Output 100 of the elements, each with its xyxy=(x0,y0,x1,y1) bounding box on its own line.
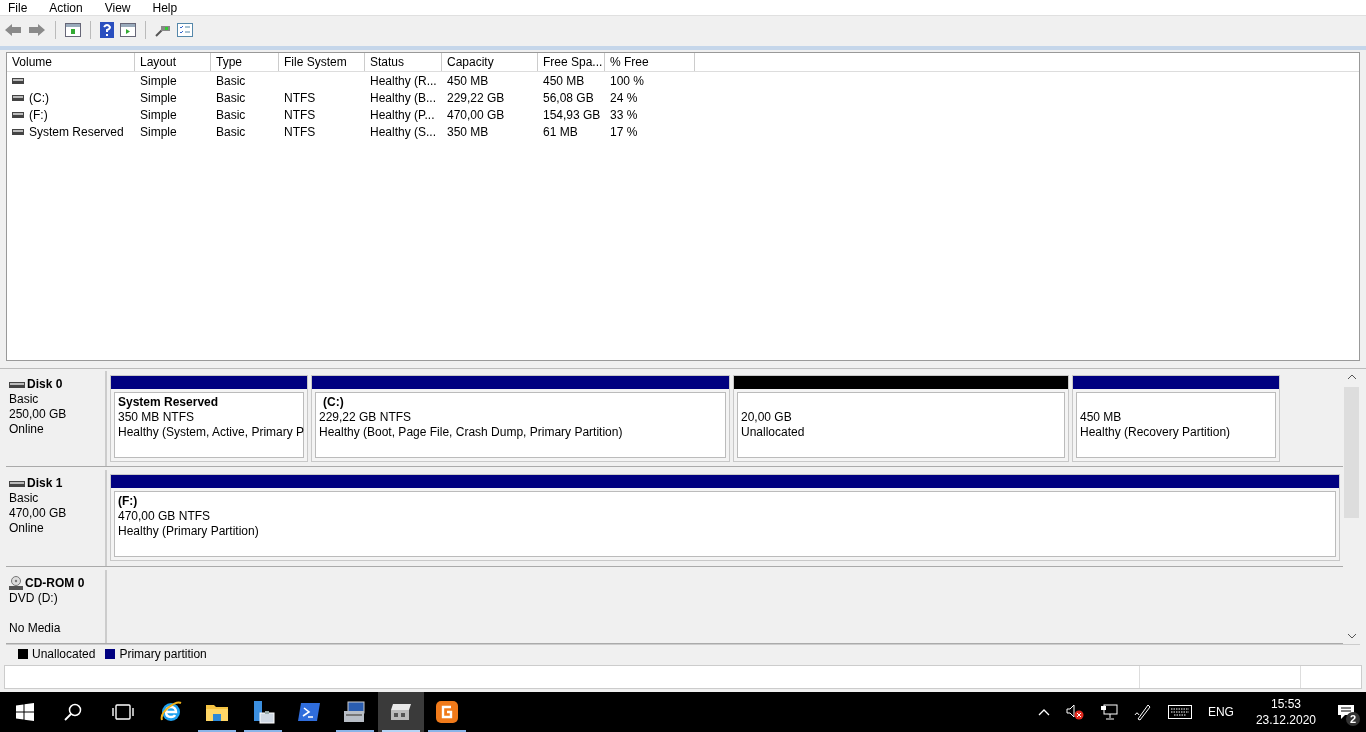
back-icon[interactable] xyxy=(4,23,22,37)
table-cell: 470,00 GB xyxy=(447,107,505,122)
column-header[interactable]: Type xyxy=(211,53,279,71)
table-cell: 350 MB xyxy=(447,124,489,139)
table-cell: 229,22 GB xyxy=(447,90,505,105)
checklist-icon[interactable] xyxy=(177,23,193,37)
partition-block[interactable]: System Reserved 350 MB NTFS Healthy (System, Active, Primary P xyxy=(110,375,308,462)
disk-label-panel[interactable]: Disk 1 Basic 470,00 GB Online xyxy=(6,470,107,566)
disk-label-panel[interactable]: CD-ROM 0 DVD (D:) No Media xyxy=(6,569,107,643)
partition-block[interactable]: 450 MB Healthy (Recovery Partition) xyxy=(1072,375,1280,462)
disk-info: DVD (D:) xyxy=(9,590,59,606)
table-cell: 17 % xyxy=(610,124,638,139)
disk-info: Online xyxy=(9,422,45,437)
column-header[interactable]: Capacity xyxy=(442,53,538,71)
notification-button[interactable]: 2 xyxy=(1326,692,1366,732)
help-icon[interactable] xyxy=(100,22,114,38)
disk-info: 250,00 GB xyxy=(9,407,68,422)
notification-badge: 2 xyxy=(1346,712,1360,726)
search-icon[interactable] xyxy=(64,703,82,721)
folder-icon xyxy=(205,702,229,722)
partition-status: Healthy (Recovery Partition) xyxy=(1080,425,1232,440)
disk-name: CD-ROM 0 xyxy=(25,575,85,591)
partition-block[interactable]: (C:) 229,22 GB NTFS Healthy (Boot, Page File, Crash Dump, Primary Partition) xyxy=(311,375,730,462)
table-cell: NTFS xyxy=(284,107,316,122)
disk-label-panel[interactable]: Disk 0 Basic 250,00 GB Online xyxy=(6,371,107,467)
partition-status: Healthy (Boot, Page File, Crash Dump, Primary Partition) xyxy=(319,425,624,440)
partition-block[interactable]: 20,00 GB Unallocated xyxy=(733,375,1069,462)
table-cell: Basic xyxy=(216,124,246,139)
column-header[interactable]: Layout xyxy=(135,53,211,71)
partition-title: (F:) xyxy=(118,494,139,510)
table-cell: Simple xyxy=(140,73,177,88)
taskbar-app[interactable] xyxy=(378,692,424,732)
scroll-down-icon[interactable] xyxy=(1346,633,1357,639)
drive-icon xyxy=(12,111,24,118)
table-cell: Simple xyxy=(140,107,177,122)
forward-icon[interactable] xyxy=(28,23,46,37)
table-cell: (F:) xyxy=(29,107,48,122)
table-cell: 24 % xyxy=(610,90,638,105)
disk-icon xyxy=(9,381,25,388)
table-cell: 100 % xyxy=(610,73,645,88)
table-cell: Simple xyxy=(140,90,177,105)
disk-info: No Media xyxy=(9,620,62,636)
partition-size: 350 MB NTFS xyxy=(118,410,196,425)
chevron-up-icon[interactable] xyxy=(1037,708,1050,716)
cd-drive-icon xyxy=(9,576,23,591)
disk-name: Disk 1 xyxy=(27,476,63,492)
pen-icon[interactable] xyxy=(1133,703,1152,721)
table-cell: 154,93 GB xyxy=(543,107,601,122)
keyboard-icon[interactable] xyxy=(1167,705,1192,719)
table-cell: Healthy (B... xyxy=(370,90,437,105)
column-header[interactable]: File System xyxy=(279,53,365,71)
table-cell: Healthy (R... xyxy=(370,73,437,88)
menu-item[interactable]: View xyxy=(104,0,131,15)
task-view-icon[interactable] xyxy=(112,704,134,720)
table-cell: Basic xyxy=(216,107,246,122)
drive-icon xyxy=(12,94,24,101)
menu-item[interactable]: Action xyxy=(49,0,83,15)
table-cell: Simple xyxy=(140,124,177,139)
table-cell: System Reserved xyxy=(29,124,124,139)
legend-label: Unallocated xyxy=(32,646,96,661)
language-indicator[interactable]: ENG xyxy=(1207,705,1234,719)
menu-item[interactable]: File xyxy=(8,0,28,15)
table-cell: Basic xyxy=(216,90,246,105)
drive-icon xyxy=(12,77,24,84)
connect-icon[interactable] xyxy=(155,23,171,37)
clock[interactable]: 15:53 23.12.2020 xyxy=(1255,696,1316,728)
partition-block[interactable]: (F:) 470,00 GB NTFS Healthy (Primary Partition) xyxy=(110,474,1340,562)
network-icon[interactable] xyxy=(1099,704,1118,720)
column-header[interactable]: Status xyxy=(365,53,442,71)
server-icon xyxy=(251,700,275,724)
partition-title: System Reserved xyxy=(118,395,220,410)
app-g-icon xyxy=(435,700,459,724)
column-header[interactable]: Free Spa... xyxy=(538,53,605,71)
scroll-up-icon[interactable] xyxy=(1346,374,1357,380)
table-cell: Healthy (P... xyxy=(370,107,435,122)
table-cell: 61 MB xyxy=(543,124,578,139)
disk-icon xyxy=(9,480,25,487)
table-cell: 56,08 GB xyxy=(543,90,594,105)
column-header[interactable]: Volume xyxy=(7,53,135,71)
drive-icon xyxy=(12,128,24,135)
partition-size: 229,22 GB NTFS xyxy=(319,410,413,425)
table-cell: NTFS xyxy=(284,90,316,105)
disk-info: Basic xyxy=(9,392,40,407)
disk-drive-icon xyxy=(389,702,413,722)
table-cell: NTFS xyxy=(284,124,316,139)
partition-size: 470,00 GB NTFS xyxy=(118,509,212,525)
table-cell: 33 % xyxy=(610,107,638,122)
console-tree-icon[interactable] xyxy=(65,23,81,37)
partition-title: (C:) xyxy=(322,395,345,410)
table-cell: (C:) xyxy=(29,90,49,105)
action-pane-icon[interactable] xyxy=(120,23,136,37)
menu-item[interactable]: Help xyxy=(152,0,178,15)
computer-toolbox-icon xyxy=(343,701,367,723)
column-header[interactable]: % Free xyxy=(605,53,695,71)
speaker-muted-icon[interactable] xyxy=(1065,704,1084,720)
disk-name: Disk 0 xyxy=(27,377,63,392)
partition-size: 450 MB xyxy=(1080,410,1123,425)
start-button-icon[interactable] xyxy=(16,703,34,721)
legend-label: Primary partition xyxy=(119,646,207,661)
terminal-icon xyxy=(297,702,321,722)
